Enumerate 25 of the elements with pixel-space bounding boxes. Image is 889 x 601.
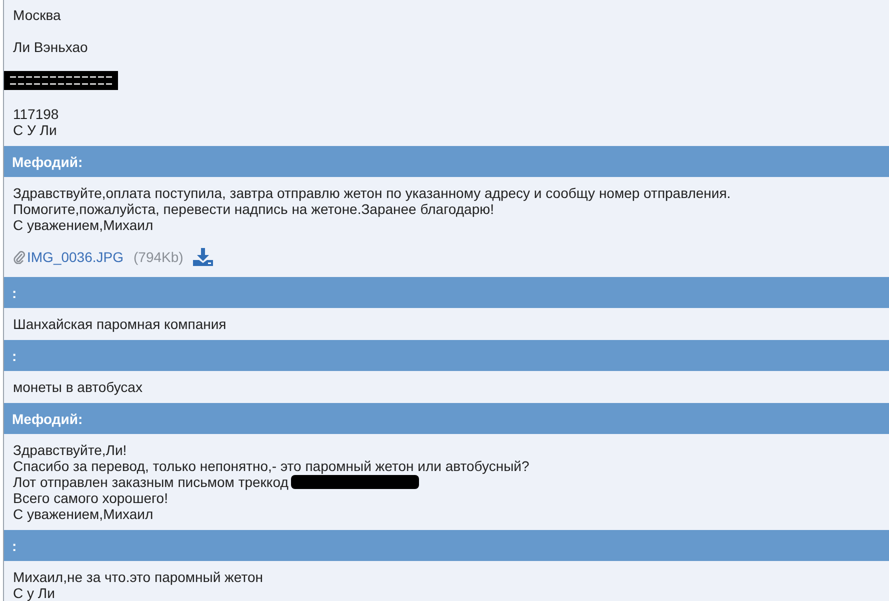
- message-text: С уважением,Михаил: [13, 506, 154, 522]
- author-name: Мефодий:: [12, 410, 83, 426]
- message-text: С у Ли: [13, 585, 55, 601]
- author-name: :: [12, 348, 17, 364]
- message-text: Спасибо за перевод, только непонятно,- это паромный жетон или автобусный?: [13, 458, 530, 474]
- message-text: Михаил,не за что.это паромный жетон: [13, 569, 264, 585]
- file-size: (794Kb): [134, 249, 184, 265]
- message-text: Ли Вэньхао: [13, 39, 88, 55]
- download-icon[interactable]: [193, 248, 214, 266]
- author-name: Мефодий:: [12, 154, 83, 170]
- message-text: Здравствуйте,Ли!: [13, 442, 127, 458]
- paperclip-icon: [13, 250, 25, 264]
- message-text: Здравствуйте,оплата поступила, завтра отправлю жетон по указанному адресу и сообщу номер отправления.: [13, 185, 731, 201]
- message-text: Лот отправлен заказным письмом треккод: [13, 474, 288, 490]
- author-name: :: [12, 538, 17, 554]
- message-text: С У Ли: [13, 122, 57, 138]
- message-text: Москва: [13, 7, 61, 23]
- message-text: монеты в автобусах: [13, 379, 142, 395]
- author-name: :: [12, 284, 17, 300]
- message-text: 117198: [13, 106, 59, 122]
- attachment-link[interactable]: IMG_0036.JPG: [13, 249, 124, 265]
- message-text: Всего самого хорошего!: [13, 490, 168, 506]
- message-text: Шанхайская паромная компания: [13, 316, 226, 332]
- message-text: С уважением,Михаил: [13, 217, 154, 233]
- message-text: Помогите,пожалуйста, перевести надпись на жетоне.Заранее благодарю!: [13, 201, 494, 217]
